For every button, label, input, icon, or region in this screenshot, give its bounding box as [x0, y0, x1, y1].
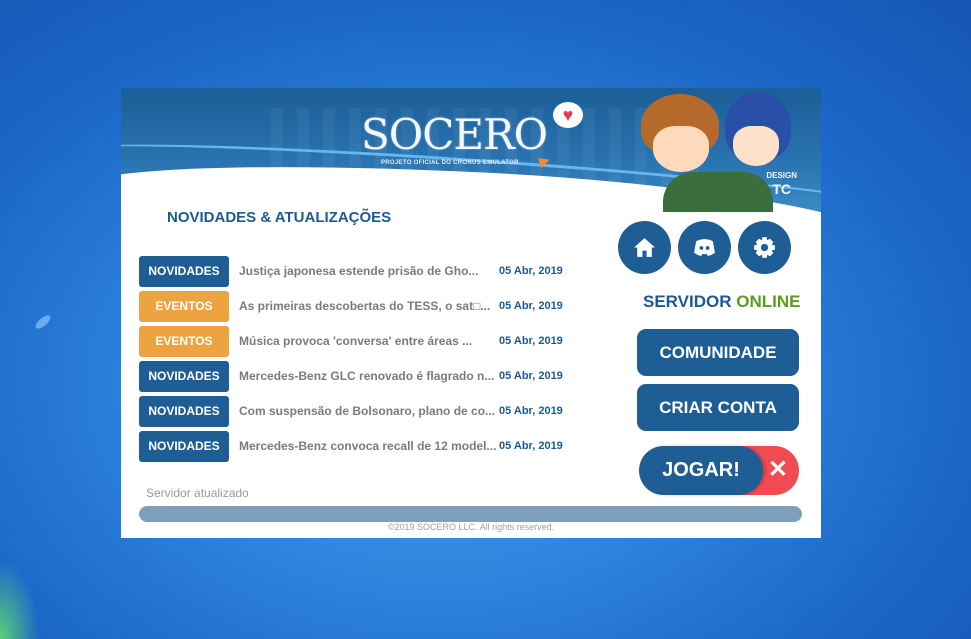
launcher-window: SOCERO PROJETO OFICIAL DO CRONUS EMULATO…: [121, 88, 821, 538]
design-credit: DESIGN TC: [766, 170, 797, 197]
characters-artwork: DESIGN TC: [633, 88, 803, 213]
update-status-text: Servidor atualizado: [146, 486, 249, 500]
design-credit-label: DESIGN: [766, 171, 797, 180]
copyright-footer: ©2019 SOCERO LLC. All rights reserved.: [387, 522, 555, 532]
news-title[interactable]: Mercedes-Benz convoca recall de 12 model…: [239, 439, 497, 453]
news-category-badge: EVENTOS: [139, 326, 229, 357]
news-category-badge: NOVIDADES: [139, 431, 229, 462]
logo-tagline: PROJETO OFICIAL DO CRONUS EMULATOR: [381, 160, 519, 166]
server-status-label: SERVIDOR: [643, 292, 732, 311]
discord-icon: [694, 239, 715, 256]
news-title[interactable]: Mercedes-Benz GLC renovado é flagrado n.…: [239, 369, 497, 383]
play-button[interactable]: JOGAR!: [639, 446, 763, 495]
news-date: 05 Abr, 2019: [499, 265, 563, 277]
wallpaper-grass: [0, 559, 40, 639]
settings-button[interactable]: [738, 221, 791, 274]
wallpaper-leaf: [33, 313, 53, 331]
close-icon: ✕: [767, 456, 788, 483]
news-date: 05 Abr, 2019: [499, 335, 563, 347]
news-date: 05 Abr, 2019: [499, 405, 563, 417]
logo-wordmark: SOCERO: [361, 110, 548, 159]
news-date: 05 Abr, 2019: [499, 300, 563, 312]
community-button[interactable]: COMUNIDADE: [637, 329, 799, 376]
news-category-badge: NOVIDADES: [139, 256, 229, 287]
home-icon: [634, 238, 655, 257]
character-blue-face: [733, 126, 779, 166]
news-title[interactable]: Com suspensão de Bolsonaro, plano de co.…: [239, 404, 497, 418]
news-category-badge: NOVIDADES: [139, 361, 229, 392]
news-item[interactable]: NOVIDADES Mercedes-Benz GLC renovado é f…: [139, 361, 579, 392]
play-controls: ✕ JOGAR!: [639, 446, 799, 495]
character-brown-face: [653, 126, 709, 172]
news-date: 05 Abr, 2019: [499, 440, 563, 452]
carrot-icon: ▶: [536, 150, 553, 170]
news-title[interactable]: As primeiras descobertas do TESS, o sat□…: [239, 299, 497, 313]
gear-icon: [754, 237, 775, 258]
news-category-badge: NOVIDADES: [139, 396, 229, 427]
news-item[interactable]: NOVIDADES Com suspensão de Bolsonaro, pl…: [139, 396, 579, 427]
news-tab: NOVIDADES & ATUALIZAÇÕES: [151, 198, 391, 238]
news-item[interactable]: NOVIDADES Justiça japonesa estende prisã…: [139, 256, 579, 287]
update-progress-fill: [139, 506, 802, 522]
server-status-value: ONLINE: [736, 292, 801, 311]
news-title[interactable]: Música provoca 'conversa' entre áreas ..…: [239, 334, 497, 348]
discord-button[interactable]: [678, 221, 731, 274]
socero-logo: SOCERO PROJETO OFICIAL DO CRONUS EMULATO…: [361, 102, 601, 172]
create-account-button[interactable]: CRIAR CONTA: [637, 384, 799, 431]
heart-icon: ♥: [553, 102, 583, 128]
news-tab-title: NOVIDADES & ATUALIZAÇÕES: [167, 209, 392, 226]
character-bodies: [663, 172, 773, 212]
news-item[interactable]: EVENTOS Música provoca 'conversa' entre …: [139, 326, 579, 357]
home-button[interactable]: [618, 221, 671, 274]
news-date: 05 Abr, 2019: [499, 370, 563, 382]
news-item[interactable]: EVENTOS As primeiras descobertas do TESS…: [139, 291, 579, 322]
update-progress-bar: [139, 506, 802, 522]
news-category-badge: EVENTOS: [139, 291, 229, 322]
news-title[interactable]: Justiça japonesa estende prisão de Gho..…: [239, 264, 497, 278]
server-status: SERVIDOR ONLINE: [643, 292, 821, 312]
news-item[interactable]: NOVIDADES Mercedes-Benz convoca recall d…: [139, 431, 579, 462]
design-credit-initials: TC: [772, 181, 791, 197]
